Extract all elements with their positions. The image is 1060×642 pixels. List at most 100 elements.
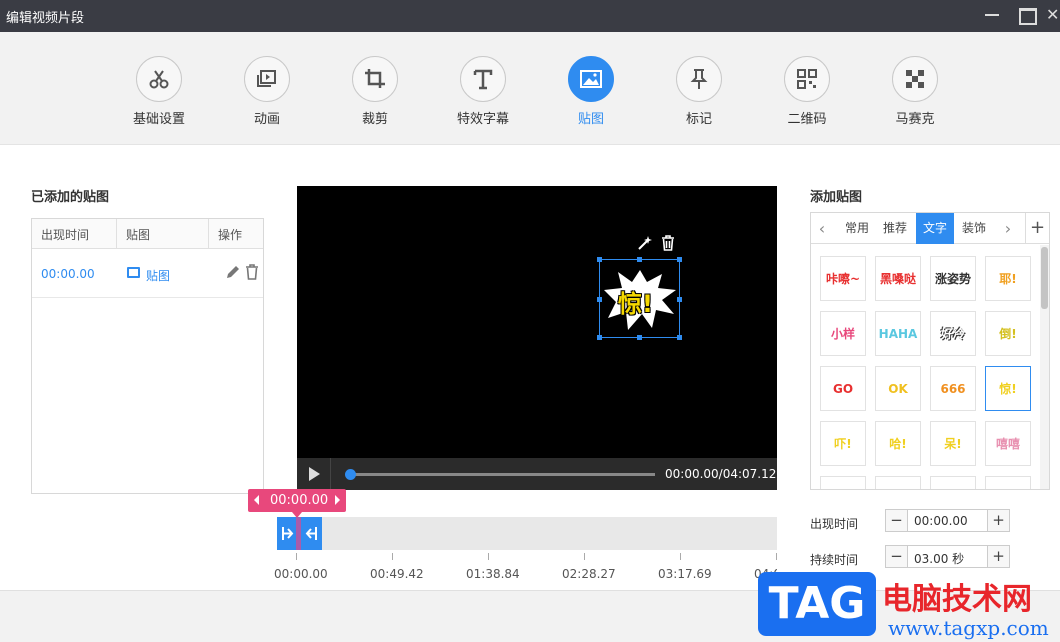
scissors-icon — [136, 56, 182, 102]
duration-stepper: − 03.00 秒 + — [885, 545, 1010, 568]
duration-input[interactable]: 03.00 秒 — [914, 550, 964, 567]
resize-handle[interactable] — [597, 257, 602, 262]
column-header: 出现时间 — [41, 228, 90, 242]
play-button[interactable] — [309, 467, 320, 481]
decrement-button[interactable]: − — [886, 546, 908, 567]
tool-label: 标记 — [685, 112, 712, 127]
progress-bar[interactable] — [345, 469, 655, 480]
video-preview[interactable]: 惊! 00:00.00/04:07.12 — [297, 186, 777, 490]
sticker-item[interactable]: 涨姿势 — [930, 256, 976, 301]
maximize-button[interactable] — [1014, 4, 1038, 26]
sticker-item-text: OK — [888, 381, 908, 396]
tool-mosaic[interactable]: 马赛克 — [870, 56, 960, 127]
tool-label: 特效字幕 — [456, 112, 509, 127]
magic-wand-icon[interactable] — [637, 235, 653, 251]
sticker-item[interactable]: OK — [875, 366, 921, 411]
sticker-item-text: 倒! — [999, 327, 1017, 341]
tool-sticker[interactable]: 贴图 — [546, 56, 636, 127]
add-sticker-button[interactable]: + — [1025, 213, 1049, 244]
table-row[interactable]: 00:00.00 贴图 — [32, 250, 263, 298]
tool-basic-settings[interactable]: 基础设置 — [114, 56, 204, 127]
column-header: 贴图 — [126, 228, 151, 242]
tabs-prev-button[interactable]: ‹ — [811, 213, 833, 244]
resize-handle[interactable] — [597, 335, 602, 340]
tool-label: 动画 — [253, 112, 280, 127]
pencil-icon[interactable] — [225, 264, 241, 280]
watermark-tag: TAG — [758, 572, 876, 636]
sticker-selection[interactable]: 惊! — [597, 257, 682, 340]
sticker-item-text: 好冷 — [940, 327, 965, 341]
tab-common[interactable]: 常用 — [839, 213, 875, 244]
resize-handle[interactable] — [677, 335, 682, 340]
sticker-item-text: HAHA — [878, 326, 918, 341]
sticker-item-text: 呆! — [944, 437, 962, 451]
row-time: 00:00.00 — [41, 267, 95, 281]
trash-icon[interactable] — [661, 235, 675, 251]
sticker-item[interactable] — [820, 476, 866, 489]
sticker-item[interactable]: 倒! — [985, 311, 1031, 356]
image-icon — [568, 56, 614, 102]
sticker-item[interactable]: 嘻嘻 — [985, 421, 1031, 466]
sticker-item[interactable]: 咔嚓~ — [820, 256, 866, 301]
progress-knob[interactable] — [345, 469, 356, 480]
sticker-item[interactable]: 吓! — [820, 421, 866, 466]
sticker-item[interactable]: GO — [820, 366, 866, 411]
time-ruler: 00:00.00 00:49.42 01:38.84 02:28.27 03:1… — [274, 550, 777, 590]
table-header: 出现时间 贴图 操作 — [32, 219, 263, 249]
sticker-item[interactable]: 呆! — [930, 421, 976, 466]
tool-mark[interactable]: 标记 — [654, 56, 744, 127]
sticker-item[interactable]: HAHA — [875, 311, 921, 356]
increment-button[interactable]: + — [987, 546, 1009, 567]
sticker-item[interactable] — [875, 476, 921, 489]
appear-time-input[interactable]: 00:00.00 — [914, 514, 968, 528]
tool-crop[interactable]: 裁剪 — [330, 56, 420, 127]
playback-time: 00:00.00/04:07.12 — [665, 467, 777, 481]
tool-label: 基础设置 — [132, 112, 185, 127]
sticker-item-text: 哈! — [889, 437, 907, 451]
duration-label: 持续时间 — [810, 553, 859, 567]
added-stickers-table: 出现时间 贴图 操作 00:00.00 贴图 — [31, 218, 264, 494]
tab-decoration[interactable]: 装饰 — [956, 213, 992, 244]
animation-icon — [244, 56, 290, 102]
minimize-button[interactable] — [980, 4, 1004, 26]
resize-handle[interactable] — [637, 335, 642, 340]
watermark-logo: TAG 电脑技术网 www.tagxp.com — [754, 570, 1060, 642]
trash-icon[interactable] — [244, 264, 260, 280]
scroll-thumb[interactable] — [1041, 247, 1048, 309]
timeline-track[interactable] — [277, 517, 777, 550]
sticker-item[interactable] — [985, 476, 1031, 489]
tool-label: 二维码 — [787, 112, 827, 127]
sticker-item[interactable]: 耶! — [985, 256, 1031, 301]
tab-recommended[interactable]: 推荐 — [877, 213, 913, 244]
library-scrollbar[interactable] — [1040, 245, 1049, 489]
decrement-button[interactable]: − — [886, 510, 908, 531]
tab-text[interactable]: 文字 — [916, 213, 954, 244]
tabs-next-button[interactable]: › — [997, 213, 1019, 244]
tick-label: 00:49.42 — [370, 567, 424, 581]
sticker-item[interactable]: 666 — [930, 366, 976, 411]
sticker-item-text: 涨姿势 — [934, 272, 971, 286]
tool-text-effects[interactable]: 特效字幕 — [438, 56, 528, 127]
resize-handle[interactable] — [637, 257, 642, 262]
sticker-item[interactable]: 好冷 — [930, 311, 976, 356]
mosaic-icon — [892, 56, 938, 102]
playhead-time-flag[interactable]: 00:00.00 — [248, 489, 346, 518]
tool-label: 贴图 — [577, 112, 604, 127]
step-forward-button[interactable] — [335, 495, 340, 505]
sticker-item[interactable] — [930, 476, 976, 489]
tool-animation[interactable]: 动画 — [222, 56, 312, 127]
watermark-site-name: 电脑技术网 — [882, 582, 1032, 617]
playhead[interactable] — [296, 517, 301, 550]
sticker-item[interactable]: 小样 — [820, 311, 866, 356]
tick-label: 03:17.69 — [658, 567, 712, 581]
step-back-button[interactable] — [254, 495, 259, 505]
sticker-item-text: 黑嗓哒 — [879, 272, 916, 286]
sticker-item[interactable]: 黑嗓哒 — [875, 256, 921, 301]
close-button[interactable]: ✕ — [1046, 4, 1060, 26]
tool-qrcode[interactable]: 二维码 — [762, 56, 852, 127]
sticker-item[interactable]: 惊! — [985, 366, 1031, 411]
sticker-item[interactable]: 哈! — [875, 421, 921, 466]
tool-label: 马赛克 — [895, 112, 935, 127]
increment-button[interactable]: + — [987, 510, 1009, 531]
resize-handle[interactable] — [677, 257, 682, 262]
